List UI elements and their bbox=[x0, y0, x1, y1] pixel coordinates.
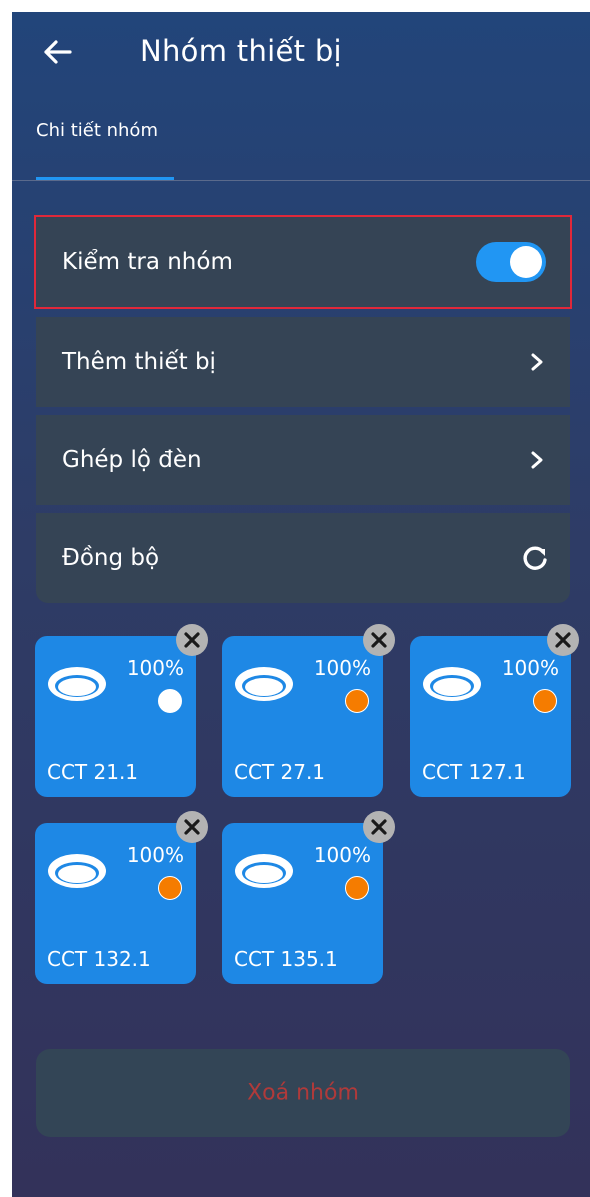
delete-group-label: Xoá nhóm bbox=[247, 1080, 359, 1106]
device-name: CCT 127.1 bbox=[422, 760, 526, 784]
header: Nhóm thiết bị bbox=[12, 12, 590, 97]
check-group-label: Kiểm tra nhóm bbox=[62, 249, 233, 275]
ceiling-light-icon bbox=[423, 667, 481, 701]
ceiling-light-icon bbox=[235, 667, 293, 701]
refresh-icon bbox=[523, 546, 547, 570]
remove-device-button[interactable] bbox=[547, 624, 579, 656]
arrow-left-icon bbox=[44, 40, 72, 64]
ceiling-light-icon bbox=[48, 854, 106, 888]
device-name: CCT 21.1 bbox=[47, 760, 139, 784]
device-card[interactable]: 100% CCT 132.1 bbox=[35, 811, 208, 984]
pair-lights-row[interactable]: Ghép lộ đèn bbox=[36, 415, 570, 505]
tab-divider bbox=[12, 180, 590, 181]
sync-label: Đồng bộ bbox=[62, 545, 160, 571]
remove-device-button[interactable] bbox=[363, 811, 395, 843]
brightness-level: 100% bbox=[126, 843, 184, 867]
status-dot bbox=[345, 689, 369, 713]
device-card[interactable]: 100% CCT 127.1 bbox=[410, 624, 579, 797]
status-dot bbox=[158, 876, 182, 900]
sync-row[interactable]: Đồng bộ bbox=[36, 513, 570, 603]
brightness-level: 100% bbox=[313, 656, 371, 680]
status-dot bbox=[158, 689, 182, 713]
brightness-level: 100% bbox=[126, 656, 184, 680]
chevron-right-icon bbox=[531, 451, 543, 469]
delete-group-button[interactable]: Xoá nhóm bbox=[36, 1049, 570, 1137]
check-group-row[interactable]: Kiểm tra nhóm bbox=[34, 215, 572, 309]
status-dot bbox=[345, 876, 369, 900]
check-group-toggle[interactable] bbox=[476, 242, 546, 282]
close-icon bbox=[184, 819, 200, 835]
ceiling-light-icon bbox=[48, 667, 106, 701]
device-name: CCT 27.1 bbox=[234, 760, 326, 784]
remove-device-button[interactable] bbox=[176, 624, 208, 656]
back-button[interactable] bbox=[36, 30, 80, 74]
close-icon bbox=[371, 632, 387, 648]
status-dot bbox=[533, 689, 557, 713]
toggle-knob bbox=[510, 246, 542, 278]
chevron-right-icon bbox=[531, 353, 543, 371]
add-device-row[interactable]: Thêm thiết bị bbox=[36, 317, 570, 407]
tab-group-details[interactable]: Chi tiết nhóm bbox=[36, 120, 158, 141]
brightness-level: 100% bbox=[313, 843, 371, 867]
brightness-level: 100% bbox=[501, 656, 559, 680]
remove-device-button[interactable] bbox=[363, 624, 395, 656]
app-screen: Nhóm thiết bị Chi tiết nhóm Kiểm tra nhó… bbox=[12, 12, 590, 1197]
close-icon bbox=[555, 632, 571, 648]
device-name: CCT 132.1 bbox=[47, 947, 151, 971]
device-card[interactable]: 100% CCT 27.1 bbox=[222, 624, 395, 797]
device-card[interactable]: 100% CCT 21.1 bbox=[35, 624, 208, 797]
device-name: CCT 135.1 bbox=[234, 947, 338, 971]
add-device-label: Thêm thiết bị bbox=[62, 349, 216, 375]
device-card[interactable]: 100% CCT 135.1 bbox=[222, 811, 395, 984]
page-title: Nhóm thiết bị bbox=[140, 34, 342, 68]
close-icon bbox=[371, 819, 387, 835]
remove-device-button[interactable] bbox=[176, 811, 208, 843]
pair-lights-label: Ghép lộ đèn bbox=[62, 447, 202, 473]
close-icon bbox=[184, 632, 200, 648]
ceiling-light-icon bbox=[235, 854, 293, 888]
